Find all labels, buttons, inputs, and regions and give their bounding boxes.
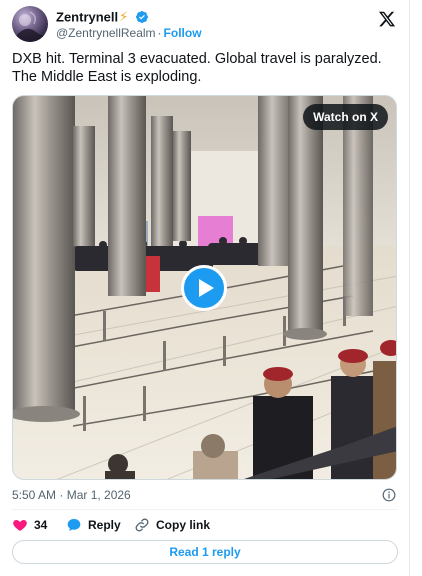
handle-row: @ZentrynellRealm · Follow xyxy=(56,26,202,40)
separator-dot: · xyxy=(157,26,162,40)
name-row: Zentrynell⚡ xyxy=(56,8,149,24)
reply-label: Reply xyxy=(88,518,121,532)
tweet-embed-card: Zentrynell⚡ @ZentrynellRealm · Follow DXB … xyxy=(0,0,410,576)
action-bar: 34 Reply Copy link xyxy=(12,516,398,534)
copy-link-label: Copy link xyxy=(156,518,211,532)
divider xyxy=(12,509,398,510)
like-count: 34 xyxy=(34,518,48,532)
play-button[interactable] xyxy=(181,265,227,311)
info-icon[interactable] xyxy=(382,488,396,502)
reply-bubble-icon xyxy=(67,519,81,531)
tweet-meta: 5:50 AM · Mar 1, 2026 xyxy=(12,488,398,504)
link-icon xyxy=(135,518,149,532)
verified-badge-icon xyxy=(135,10,148,23)
follow-button[interactable]: Follow xyxy=(164,26,202,40)
tweet-header: Zentrynell⚡ @ZentrynellRealm · Follow xyxy=(12,6,402,44)
copy-link-button[interactable]: Copy link xyxy=(134,516,210,534)
display-name[interactable]: Zentrynell xyxy=(56,9,118,24)
timestamp[interactable]: 5:50 AM · Mar 1, 2026 xyxy=(12,488,131,502)
handle[interactable]: @ZentrynellRealm xyxy=(56,26,156,40)
play-icon xyxy=(199,279,214,297)
heart-icon xyxy=(13,520,27,531)
like-button[interactable]: 34 xyxy=(12,516,47,534)
avatar[interactable] xyxy=(12,6,48,42)
video-player[interactable]: Watch on X xyxy=(12,95,397,480)
read-replies-button[interactable]: Read 1 reply xyxy=(12,540,398,564)
x-logo-icon[interactable] xyxy=(378,10,396,28)
tweet-text: DXB hit. Terminal 3 evacuated. Global tr… xyxy=(12,51,382,85)
reply-button[interactable]: Reply xyxy=(66,516,121,534)
lightning-emoji: ⚡ xyxy=(119,8,129,24)
watch-on-x-button[interactable]: Watch on X xyxy=(303,104,388,130)
